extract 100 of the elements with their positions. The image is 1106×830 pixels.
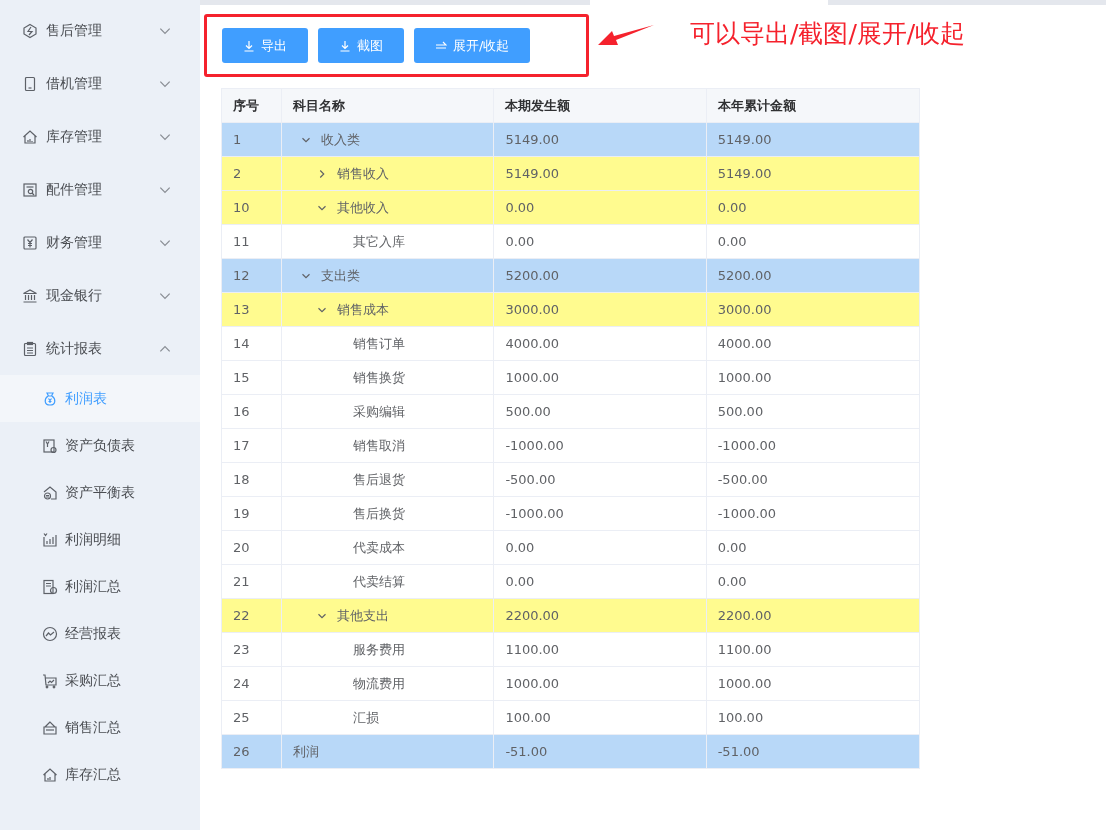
table-cell: 0.00 [493, 224, 707, 259]
table-cell: 1000.00 [493, 360, 707, 395]
table-cell: -51.00 [493, 734, 707, 769]
table-cell: 5149.00 [706, 156, 920, 191]
table-cell: 0.00 [706, 224, 920, 259]
annotation-text: 可以导出/截图/展开/收起 [690, 18, 966, 50]
table-cell: 500.00 [493, 394, 707, 429]
menu-icon [42, 578, 58, 595]
table-cell: 0.00 [493, 530, 707, 565]
submenu-item[interactable]: 采购汇总 [0, 657, 200, 704]
menu-item[interactable]: 借机管理 [0, 57, 200, 110]
menu-icon [42, 484, 58, 501]
menu-item[interactable]: 售后管理 [0, 4, 200, 57]
menu-icon [22, 128, 38, 145]
table-cell: 5149.00 [493, 156, 707, 191]
table-cell: 15 [221, 360, 282, 395]
table-cell: 汇损 [353, 708, 380, 727]
menu-icon [22, 340, 38, 357]
table-cell: -51.00 [706, 734, 920, 769]
menu-icon [42, 531, 58, 548]
table-cell: 0.00 [493, 564, 707, 599]
submenu-item[interactable]: 资产平衡表 [0, 469, 200, 516]
table-cell: 25 [221, 700, 282, 735]
table-cell: 1000.00 [706, 360, 920, 395]
menu-icon [22, 287, 38, 304]
table-cell: 0.00 [706, 564, 920, 599]
table-cell: 2 [221, 156, 282, 191]
table-cell: 1000.00 [706, 666, 920, 701]
table-cell: 16 [221, 394, 282, 429]
table-cell: 1100.00 [706, 632, 920, 667]
table-cell: 5200.00 [493, 258, 707, 293]
table-cell: 3000.00 [493, 292, 707, 327]
table-cell: 17 [221, 428, 282, 463]
table-cell: 售后换货 [353, 504, 406, 523]
table-cell: 销售收入 [337, 164, 390, 183]
table-cell: 4000.00 [706, 326, 920, 361]
table-cell: 售后退货 [353, 470, 406, 489]
submenu-item[interactable]: 资产负债表 [0, 422, 200, 469]
table-cell: 24 [221, 666, 282, 701]
menu-icon [42, 625, 58, 642]
table-cell: 销售成本 [337, 300, 390, 319]
table-cell: 利润 [293, 743, 320, 759]
table-cell: -500.00 [493, 462, 707, 497]
column-header: 序号 [221, 88, 282, 123]
column-header: 科目名称 [281, 88, 494, 123]
table-cell: 其他支出 [337, 606, 390, 625]
table-cell: 14 [221, 326, 282, 361]
menu-item[interactable]: 库存管理 [0, 110, 200, 163]
menu-icon [22, 181, 38, 198]
table-cell: -1000.00 [706, 496, 920, 531]
table-cell: 1100.00 [493, 632, 707, 667]
swap-icon [435, 39, 447, 52]
column-header: 本期发生额 [493, 88, 707, 123]
submenu-item[interactable]: 销售汇总 [0, 704, 200, 751]
column-header: 本年累计金额 [706, 88, 920, 123]
download-icon [339, 39, 351, 52]
table-cell: 0.00 [493, 190, 707, 225]
table-cell: 5149.00 [706, 122, 920, 157]
table-cell: 2200.00 [493, 598, 707, 633]
table-cell: 收入类 [321, 130, 361, 149]
table-cell: 0.00 [706, 530, 920, 565]
table-cell: 13 [221, 292, 282, 327]
table-cell: 11 [221, 224, 282, 259]
submenu-item[interactable]: 经营报表 [0, 610, 200, 657]
menu-item[interactable]: 配件管理 [0, 163, 200, 216]
table-cell: 服务费用 [353, 640, 406, 659]
table-cell: 1 [221, 122, 282, 157]
table-cell: 10 [221, 190, 282, 225]
table-cell: 物流费用 [353, 674, 406, 693]
table-cell: 26 [221, 734, 282, 769]
submenu-item[interactable]: 利润汇总 [0, 563, 200, 610]
table-cell: -1000.00 [706, 428, 920, 463]
table-cell: 19 [221, 496, 282, 531]
table-cell: 其他收入 [337, 198, 390, 217]
table-cell: 5200.00 [706, 258, 920, 293]
table-cell: 0.00 [706, 190, 920, 225]
menu-icon [42, 766, 58, 783]
menu-icon [22, 75, 38, 92]
submenu-item[interactable]: 利润明细 [0, 516, 200, 563]
table-cell: 代卖结算 [353, 572, 406, 591]
table-cell: 5149.00 [493, 122, 707, 157]
table-cell: 12 [221, 258, 282, 293]
menu-item[interactable]: 现金银行 [0, 269, 200, 322]
table-cell: -500.00 [706, 462, 920, 497]
menu-icon [42, 672, 58, 689]
table-cell: 18 [221, 462, 282, 497]
menu-item[interactable]: 财务管理 [0, 216, 200, 269]
menu-icon [22, 22, 38, 39]
table-cell: 2200.00 [706, 598, 920, 633]
table-cell: 销售订单 [353, 334, 406, 353]
table-cell: 支出类 [321, 266, 361, 285]
menu-item[interactable]: 统计报表 [0, 322, 200, 375]
table-cell: 4000.00 [493, 326, 707, 361]
table-cell: 21 [221, 564, 282, 599]
table-cell: 22 [221, 598, 282, 633]
table-cell: 采购编辑 [353, 402, 406, 421]
menu-icon [42, 719, 58, 736]
download-icon [243, 39, 255, 52]
menu-icon [42, 437, 58, 454]
submenu-item[interactable]: 库存汇总 [0, 751, 200, 798]
